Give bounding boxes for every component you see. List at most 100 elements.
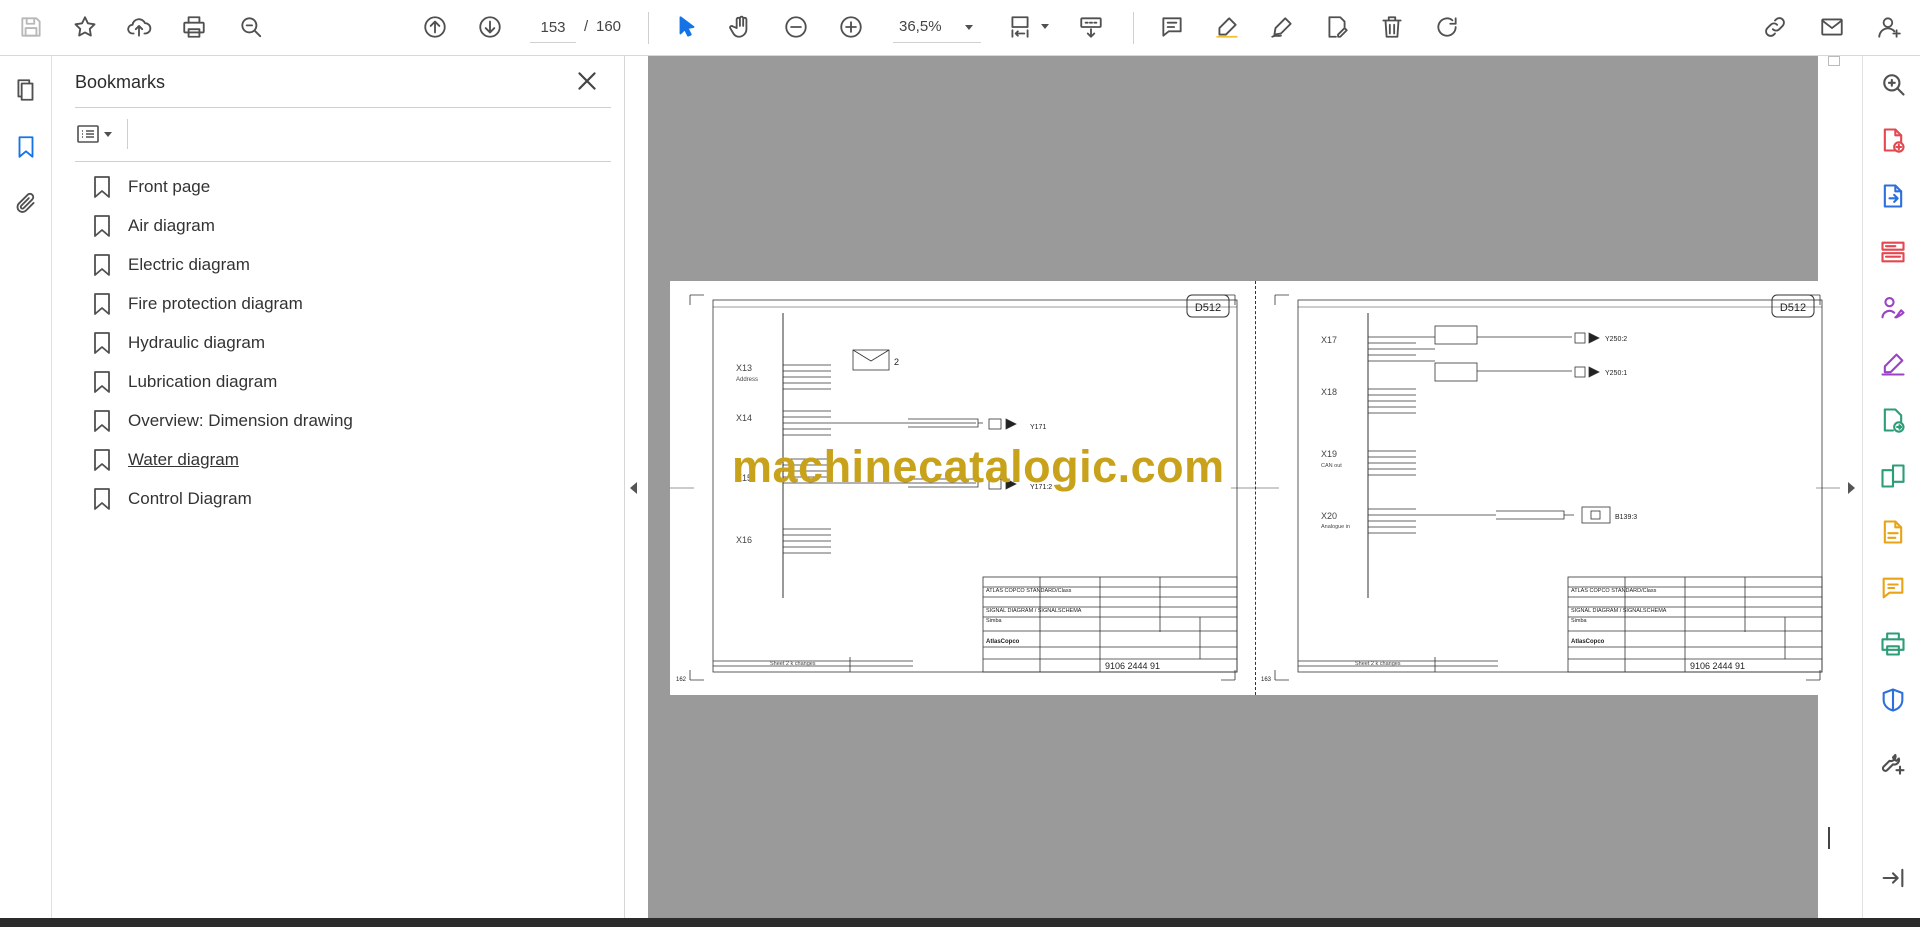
- bookmark-item[interactable]: Hydraulic diagram: [92, 328, 265, 358]
- scroll-mode-icon[interactable]: [1074, 10, 1108, 44]
- bookmark-label: Control Diagram: [128, 489, 252, 508]
- top-toolbar: / 160 36,5%: [0, 0, 1920, 56]
- comment-tool-icon[interactable]: [1877, 572, 1909, 604]
- hand-tool-icon[interactable]: [724, 10, 758, 44]
- pdf-page-right: D512 X17 X18 X19 CAN out X20 Analogue in…: [1255, 281, 1840, 695]
- zoom-value: 36,5%: [899, 18, 942, 35]
- select-cursor-icon[interactable]: [670, 10, 704, 44]
- product-name: Simba: [1571, 618, 1588, 624]
- attachments-icon[interactable]: [10, 188, 42, 220]
- bookmark-item[interactable]: Overview: Dimension drawing: [92, 406, 353, 436]
- draw-icon[interactable]: [1265, 10, 1299, 44]
- more-tools-icon[interactable]: [1877, 746, 1909, 778]
- bookmark-item[interactable]: Electric diagram: [92, 250, 250, 280]
- delete-icon[interactable]: [1375, 10, 1409, 44]
- taskbar-strip: [0, 918, 1920, 927]
- connector-id: X19: [1321, 449, 1337, 459]
- divider: [127, 119, 128, 149]
- connector-id: X14: [736, 413, 752, 423]
- panel-title: Bookmarks: [75, 72, 166, 92]
- rotate-icon[interactable]: [1430, 10, 1464, 44]
- bookmark-icon: [94, 371, 110, 393]
- page-spread: D512 X13 Address X17 X14 X15 X16 2 Y171 …: [670, 281, 1840, 695]
- organize-pages-icon[interactable]: [1877, 236, 1909, 268]
- close-icon[interactable]: [574, 68, 600, 94]
- page-fit-icon[interactable]: [1003, 10, 1049, 44]
- page-separator: /: [584, 18, 589, 35]
- connector-desc: Address: [736, 377, 758, 383]
- highlight-icon[interactable]: [1210, 10, 1244, 44]
- fill-sign-icon[interactable]: [1320, 10, 1354, 44]
- scrollbar-top[interactable]: [1828, 56, 1840, 66]
- bookmark-icon: [94, 254, 110, 276]
- print-production-icon[interactable]: [1877, 628, 1909, 660]
- comment-icon[interactable]: [1155, 10, 1189, 44]
- zoom-out-icon[interactable]: [779, 10, 813, 44]
- bookmark-item-active[interactable]: Water diagram: [92, 445, 239, 475]
- search-tools-icon[interactable]: [1877, 68, 1909, 100]
- bookmark-label: Water diagram: [128, 450, 239, 469]
- print-icon[interactable]: [177, 10, 211, 44]
- page-label: 163: [1261, 677, 1272, 683]
- document-viewer[interactable]: D512 X13 Address X17 X14 X15 X16 2 Y171 …: [626, 56, 1862, 918]
- connector-id: X16: [736, 535, 752, 545]
- bookmark-label: Hydraulic diagram: [128, 333, 265, 352]
- find-icon[interactable]: [234, 10, 268, 44]
- bookmark-item[interactable]: Air diagram: [92, 211, 215, 241]
- create-pdf-icon[interactable]: [1877, 124, 1909, 156]
- bookmark-options-button[interactable]: [76, 120, 120, 148]
- edit-pdf-icon[interactable]: [1877, 516, 1909, 548]
- collapse-right-panel-icon[interactable]: [1848, 482, 1855, 494]
- bookmark-label: Lubrication diagram: [128, 372, 278, 391]
- connector-id: X20: [1321, 511, 1337, 521]
- connector-id: X13: [736, 363, 752, 373]
- bookmark-item[interactable]: Fire protection diagram: [92, 289, 303, 319]
- send-for-review-icon[interactable]: [1877, 404, 1909, 436]
- save-icon[interactable]: [14, 10, 48, 44]
- connector-id: X17: [1321, 335, 1337, 345]
- document-number: 9106 2444 91: [1105, 661, 1160, 671]
- bookmark-icon: [94, 215, 110, 237]
- scrollbar-thumb[interactable]: [1828, 827, 1830, 849]
- email-icon[interactable]: [1815, 10, 1849, 44]
- request-signature-icon[interactable]: [1877, 292, 1909, 324]
- expand-panel-icon[interactable]: [1877, 862, 1909, 894]
- bookmark-icon: [94, 176, 110, 198]
- schematic-drawing: D512 X17 X18 X19 CAN out X20 Analogue in…: [1255, 294, 1840, 683]
- divider: [75, 161, 611, 162]
- toolbar-divider: [648, 12, 649, 44]
- document-canvas[interactable]: D512 X13 Address X17 X14 X15 X16 2 Y171 …: [648, 56, 1840, 918]
- sheet-note: Sheet 2 k changes: [770, 661, 816, 667]
- bookmark-label: Electric diagram: [128, 255, 250, 274]
- page-thumbnails-icon[interactable]: [10, 74, 42, 106]
- compare-files-icon[interactable]: [1877, 460, 1909, 492]
- mail-port-number: 2: [894, 357, 899, 367]
- protect-icon[interactable]: [1877, 684, 1909, 716]
- bookmark-item[interactable]: Front page: [92, 172, 210, 202]
- prev-page-icon[interactable]: [418, 10, 452, 44]
- next-page-icon[interactable]: [473, 10, 507, 44]
- bookmark-star-icon[interactable]: [68, 10, 102, 44]
- document-number: 9106 2444 91: [1690, 661, 1745, 671]
- cloud-upload-icon[interactable]: [122, 10, 156, 44]
- account-icon[interactable]: [1872, 10, 1906, 44]
- product-name: Simba: [986, 618, 1003, 624]
- export-pdf-icon[interactable]: [1877, 180, 1909, 212]
- bookmark-icon: [94, 332, 110, 354]
- bookmark-icon: [94, 293, 110, 315]
- bookmark-label: Overview: Dimension drawing: [128, 411, 353, 430]
- zoom-dropdown[interactable]: 36,5%: [893, 13, 981, 43]
- watermark-text: machinecatalogic.com: [732, 441, 1225, 492]
- zoom-in-icon[interactable]: [834, 10, 868, 44]
- share-link-icon[interactable]: [1758, 10, 1792, 44]
- bookmarks-icon[interactable]: [10, 131, 42, 163]
- company-name: ATLAS COPCO STANDARD/Class: [1571, 588, 1657, 594]
- bookmark-item[interactable]: Control Diagram: [92, 484, 252, 514]
- connector-desc: CAN out: [1321, 463, 1342, 469]
- page-number-input[interactable]: [530, 13, 576, 43]
- collapse-left-panel-icon[interactable]: [630, 482, 637, 494]
- bookmark-label: Air diagram: [128, 216, 215, 235]
- output-id: Y250:2: [1605, 336, 1627, 343]
- fill-and-sign-icon[interactable]: [1877, 348, 1909, 380]
- bookmark-item[interactable]: Lubrication diagram: [92, 367, 277, 397]
